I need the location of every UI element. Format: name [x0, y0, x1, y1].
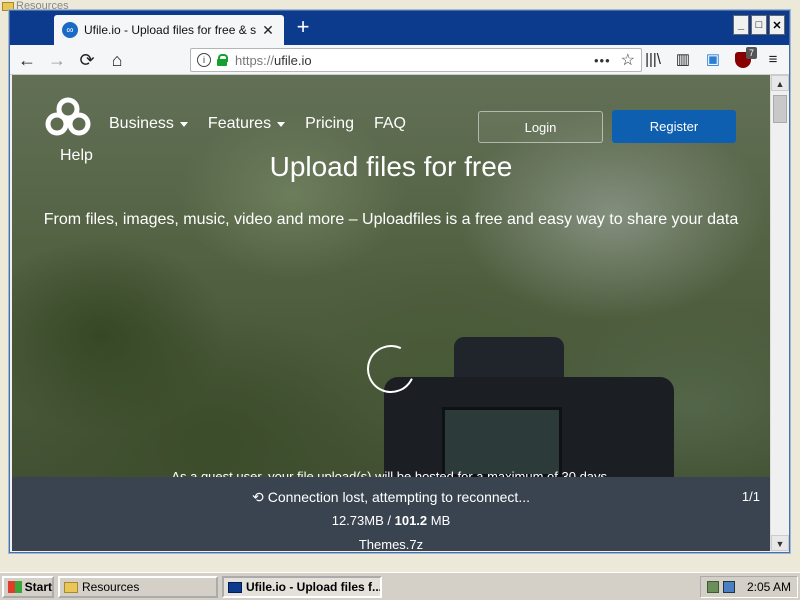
reload-icon[interactable]: ⟳ [76, 49, 98, 71]
url-protocol: https:// [235, 52, 275, 68]
file-count: 1/1 [741, 489, 760, 504]
maximize-button[interactable]: □ [751, 15, 767, 35]
ufile-logo-icon[interactable] [44, 97, 92, 137]
info-icon[interactable]: i [197, 53, 211, 67]
url-text[interactable]: https://ufile.io [235, 53, 594, 68]
browser-toolbar: ← → ⟳ ⌂ i https://ufile.io ••• ☆ |||\ ▥ … [10, 45, 789, 75]
scroll-up-arrow-icon[interactable]: ▲ [771, 75, 789, 91]
taskbar-item-label: Ufile.io - Upload files f... [246, 580, 382, 594]
taskbar-item-browser[interactable]: Ufile.io - Upload files f... [222, 576, 382, 598]
toolbar-icons: |||\ ▥ ▣ 7 ≡ [643, 47, 783, 71]
start-label: Start [24, 580, 52, 594]
screenshot-icon[interactable]: ▣ [703, 49, 723, 71]
connection-status-text: Connection lost, attempting to reconnect… [267, 489, 530, 505]
scroll-thumb[interactable] [773, 95, 787, 123]
scroll-down-arrow-icon[interactable]: ▼ [771, 535, 789, 551]
back-arrow-icon[interactable]: ← [16, 49, 38, 71]
page-viewport: Help Business Features Pricing FAQ Login… [12, 75, 770, 551]
display-icon[interactable] [723, 581, 735, 593]
ublock-badge: 7 [745, 47, 757, 59]
system-tray: 2:05 AM [700, 576, 798, 598]
folder-icon [64, 581, 78, 593]
browser-window: ∞ Ufile.io - Upload files for free & sh … [9, 10, 790, 553]
ublock-icon[interactable]: 7 [733, 47, 757, 71]
new-tab-button[interactable]: + [292, 16, 314, 39]
menu-faq[interactable]: FAQ [374, 115, 406, 133]
menu-features[interactable]: Features [207, 115, 286, 133]
size-separator: / [383, 513, 395, 528]
close-button[interactable]: ✕ [769, 15, 785, 35]
hero-title: Upload files for free [269, 151, 513, 182]
windows-logo-icon [8, 581, 22, 593]
browser-tab[interactable]: ∞ Ufile.io - Upload files for free & sh … [54, 15, 284, 45]
clock[interactable]: 2:05 AM [747, 580, 791, 594]
connection-status: ⟲ Connection lost, attempting to reconnec… [12, 489, 770, 506]
upload-status-panel: ⟲ Connection lost, attempting to reconnec… [12, 477, 770, 551]
url-host: ufile.io [274, 52, 312, 68]
upload-filename: Themes.7z [358, 537, 424, 551]
network-icon[interactable] [707, 581, 719, 593]
size-unit: MB [427, 513, 451, 528]
register-button[interactable]: Register [612, 110, 736, 143]
menu-pricing-label: Pricing [305, 115, 354, 132]
lock-icon[interactable] [217, 54, 228, 66]
library-icon[interactable]: |||\ [643, 49, 663, 71]
menu-faq-label: FAQ [373, 115, 406, 132]
menu-business-label: Business [109, 115, 174, 132]
ufile-favicon-icon: ∞ [62, 22, 78, 38]
page-scrollbar[interactable]: ▲ ▼ [770, 75, 789, 551]
menu-pricing[interactable]: Pricing [305, 115, 354, 133]
bookmark-star-icon[interactable]: ☆ [621, 50, 635, 70]
taskbar-item-label: Resources [82, 580, 140, 594]
login-button[interactable]: Login [478, 111, 603, 143]
tab-close-icon[interactable]: ✕ [260, 22, 276, 39]
menu-business[interactable]: Business [109, 115, 188, 133]
home-icon[interactable]: ⌂ [106, 49, 128, 71]
browser-titlebar: ∞ Ufile.io - Upload files for free & sh … [10, 11, 789, 45]
hamburger-menu-icon[interactable]: ≡ [763, 49, 783, 71]
reconnect-icon: ⟲ [252, 489, 264, 505]
upload-progress-size: 12.73MB / 101.2 MB [12, 513, 770, 528]
firefox-icon [228, 581, 242, 593]
forward-arrow-icon[interactable]: → [46, 49, 68, 71]
start-button[interactable]: Start [2, 576, 54, 598]
uploaded-size: 12.73MB [331, 513, 384, 528]
chevron-down-icon [277, 121, 286, 127]
address-bar[interactable]: i https://ufile.io ••• ☆ [190, 48, 642, 72]
taskbar-item-resources[interactable]: Resources [58, 576, 218, 598]
tab-title: Ufile.io - Upload files for free & sh [84, 23, 256, 37]
taskbar: Start Resources Ufile.io - Upload files … [0, 572, 800, 600]
window-controls: _ □ ✕ [733, 15, 785, 35]
menu-features-label: Features [207, 115, 272, 132]
hero-subtitle: From files, images, music, video and mor… [43, 211, 739, 228]
chevron-down-icon [179, 121, 188, 127]
total-size: 101.2 [394, 513, 428, 528]
minimize-button[interactable]: _ [733, 15, 749, 35]
main-menu: Business Features Pricing FAQ [109, 115, 406, 133]
page-actions-icon[interactable]: ••• [594, 53, 611, 68]
sidebar-icon[interactable]: ▥ [673, 49, 693, 71]
